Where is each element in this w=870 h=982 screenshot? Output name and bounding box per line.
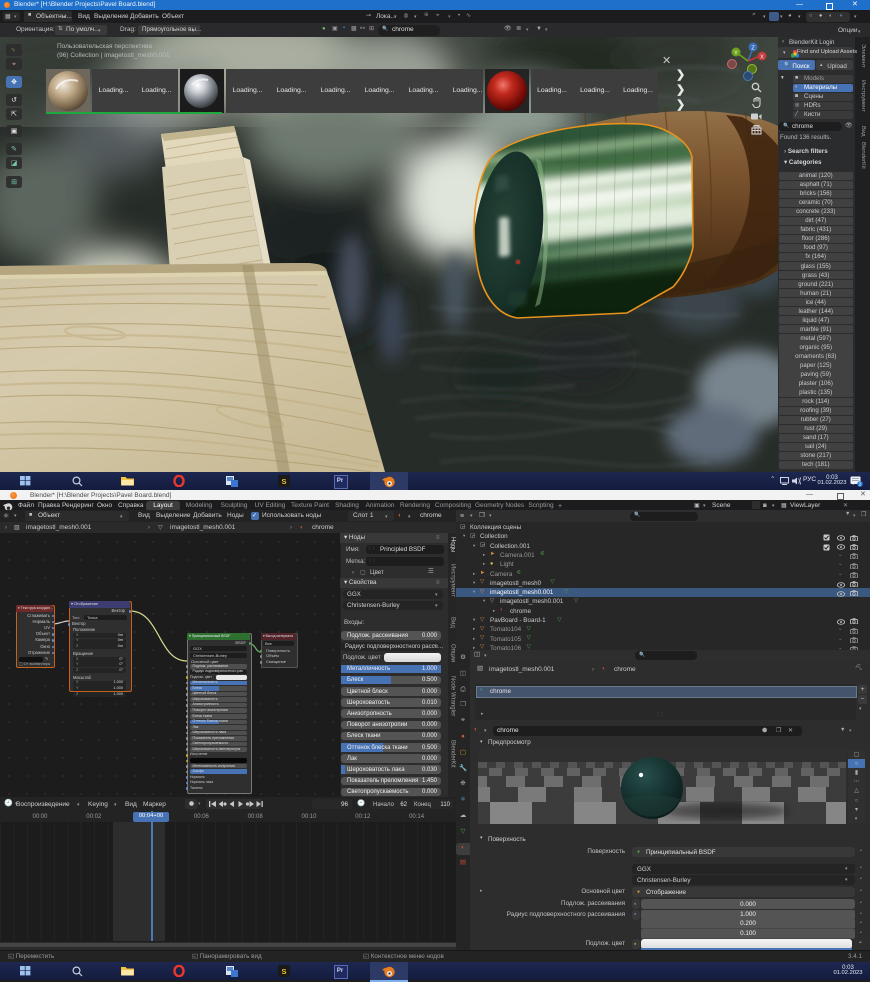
svg-text:X: X: [760, 55, 764, 61]
svg-text:Y: Y: [734, 51, 738, 57]
